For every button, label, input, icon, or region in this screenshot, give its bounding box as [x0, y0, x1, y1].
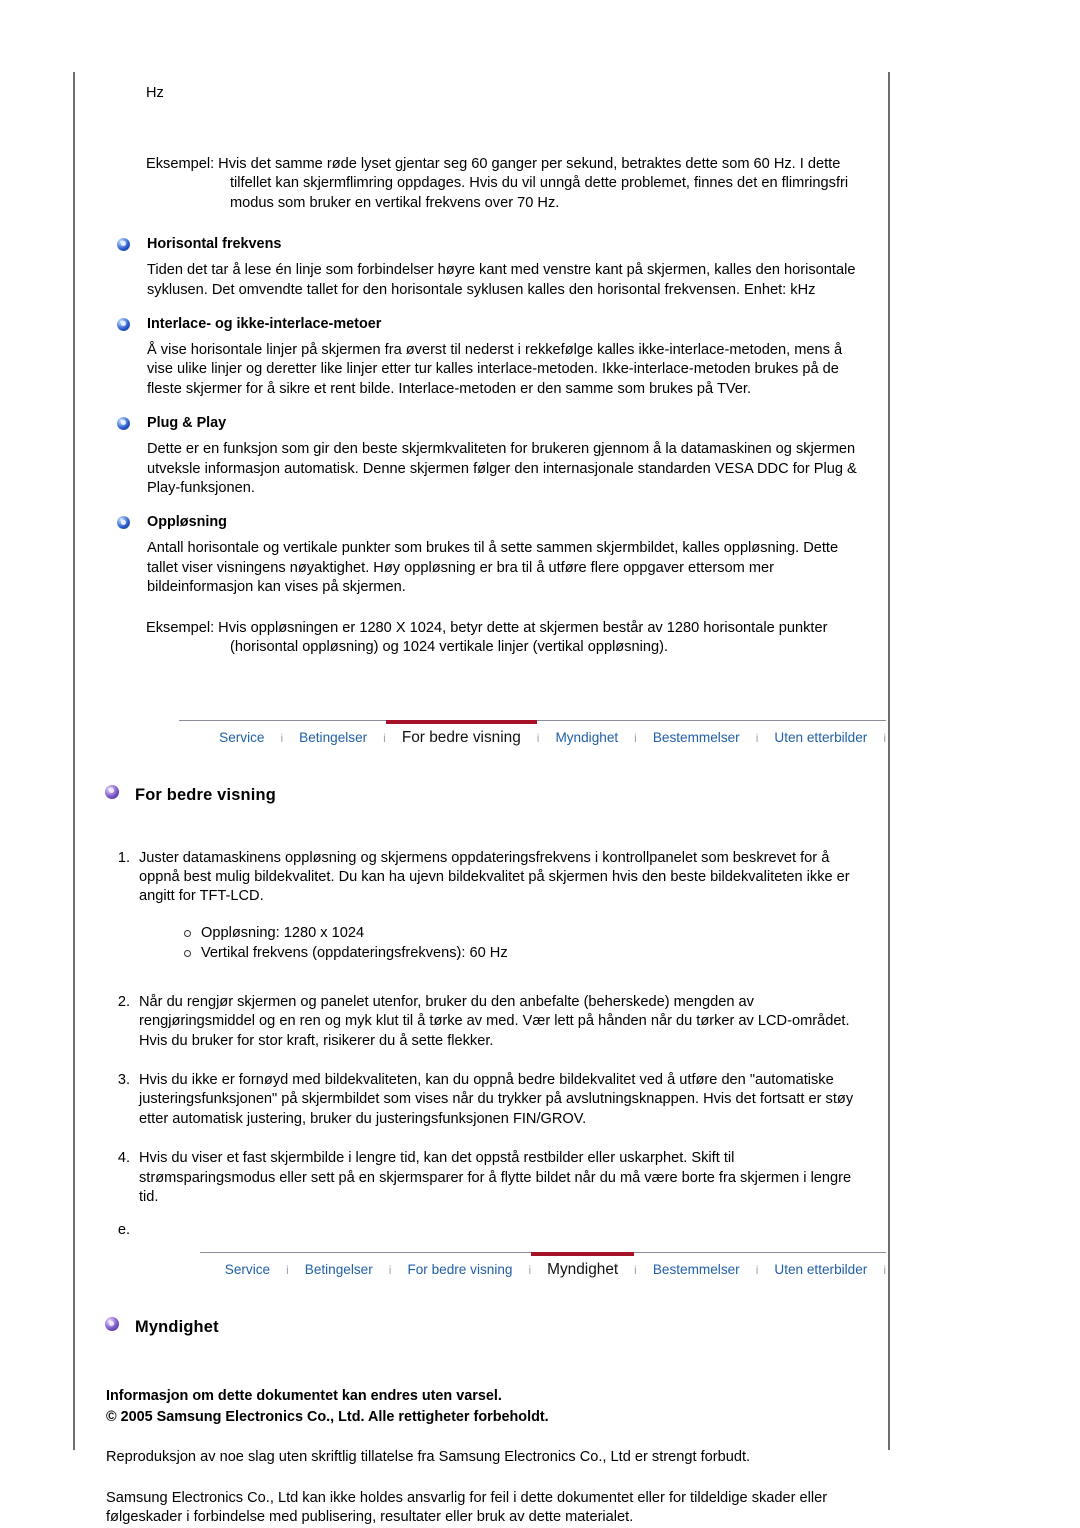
step-sub-text: Oppløsning: 1280 x 1024 [201, 924, 365, 941]
step-text: Hvis du ikke er fornøyd med bildekvalite… [139, 1071, 854, 1127]
tab-bestemmelser[interactable]: Bestemmelser [637, 1252, 756, 1278]
tab-uten-etterbilder[interactable]: Uten etterbilder [758, 720, 883, 746]
tab-myndighet[interactable]: Myndighet [539, 720, 634, 746]
step-sub-list: Oppløsning: 1280 x 1024 Vertikal frekvens… [139, 923, 866, 963]
term-heading-horisontal-frekvens: Horisontal frekvens [73, 235, 890, 254]
tab-navigation-primary: Service i Betingelser i For bedre visning i My… [73, 719, 890, 754]
term-heading-interlace: Interlace- og ikke-interlace-metoer [73, 315, 890, 334]
blue-sphere-bullet-icon [117, 238, 130, 252]
notice-line-2: © 2005 Samsung Electronics Co., Ltd. All… [106, 1408, 549, 1425]
step-number: 1. [117, 849, 130, 866]
tab-for-bedre-visning[interactable]: For bedre visning [391, 1252, 528, 1278]
term-body-opplosning: Antall horisontale og vertikale punkter … [147, 540, 839, 596]
page-title: For bedre visning [135, 785, 276, 804]
term-title: Interlace- og ikke-interlace-metoer [147, 316, 382, 333]
unit-line: Hz [146, 85, 164, 101]
term-body-horisontal-frekvens: Tiden det tar å lese én linje som forbin… [147, 262, 856, 298]
hollow-circle-bullet-icon [184, 929, 191, 937]
purple-sphere-bullet-icon [105, 784, 119, 799]
term-body-plug-and-play: Dette er en funksjon som gir den beste s… [147, 441, 857, 497]
step-sub-text: Vertikal frekvens (oppdateringsfrekvens)… [201, 944, 508, 961]
tab-list-secondary: Service i Betingelser i For bedre visning i My… [73, 1252, 890, 1279]
step-sub-item: Vertikal frekvens (oppdateringsfrekvens)… [183, 943, 866, 963]
term-title: Horisontal frekvens [147, 236, 282, 253]
step-item: 1. Juster datamaskinens oppløsning og skj… [106, 849, 890, 963]
term-title: Plug & Play [147, 415, 227, 432]
tab-navigation-secondary: Service i Betingelser i For bedre visning i My… [73, 1252, 890, 1286]
term-title: Oppløsning [147, 514, 227, 531]
trailing-marker-label: e. [117, 1222, 130, 1239]
tab-service[interactable]: Service [209, 1252, 286, 1278]
step-number: 3. [117, 1071, 130, 1088]
blue-sphere-bullet-icon [117, 318, 130, 332]
term-heading-plug-and-play: Plug & Play [73, 414, 890, 433]
tab-uten-etterbilder[interactable]: Uten etterbilder [758, 1252, 883, 1278]
blue-sphere-bullet-icon [117, 417, 130, 431]
section-title: Myndighet [135, 1318, 219, 1337]
purple-sphere-bullet-icon [105, 1317, 119, 1332]
step-number: 4. [117, 1150, 130, 1167]
tab-list-primary: Service i Betingelser i For bedre visning i My… [73, 719, 890, 747]
step-item: 3. Hvis du ikke er fornøyd med bildekvali… [106, 1071, 890, 1129]
tab-betingelser[interactable]: Betingelser [283, 720, 383, 746]
section-heading-for-bedre-visning: For bedre visning [73, 784, 890, 805]
tab-service[interactable]: Service [203, 720, 280, 746]
better-view-step-list: 1. Juster datamaskinens oppløsning og skj… [106, 849, 890, 1208]
authority-paragraph-2: Samsung Electronics Co., Ltd kan ikke ho… [106, 1489, 828, 1526]
tab-separator: i [883, 730, 886, 745]
step-item: 4. Hvis du viser et fast skjermbilde i le… [106, 1149, 890, 1207]
blue-sphere-bullet-icon [117, 516, 130, 530]
example-vertical-frequency: Eksempel: Hvis det samme røde lyset gjen… [146, 156, 849, 211]
step-text: Hvis du viser et fast skjermbilde i leng… [139, 1150, 852, 1205]
example-resolution: Eksempel: Hvis oppløsningen er 1280 X 10… [146, 619, 828, 656]
tab-bestemmelser[interactable]: Bestemmelser [637, 720, 756, 746]
notice-line-1: Informasjon om dette dokumentet kan endr… [106, 1388, 502, 1405]
tab-betingelser[interactable]: Betingelser [289, 1252, 389, 1278]
tab-myndighet[interactable]: Myndighet [531, 1252, 635, 1279]
step-sub-item: Oppløsning: 1280 x 1024 [183, 923, 866, 943]
authority-copy-block: Informasjon om dette dokumentet kan endr… [73, 1386, 890, 1527]
authority-paragraph-1: Reproduksjon av noe slag uten skriftlig … [106, 1449, 751, 1466]
step-number: 2. [117, 993, 130, 1010]
step-text: Juster datamaskinens oppløsning og skjer… [139, 849, 850, 905]
hollow-circle-bullet-icon [184, 949, 191, 957]
tab-for-bedre-visning[interactable]: For bedre visning [385, 719, 537, 747]
step-text: Når du rengjør skjermen og panelet utenf… [139, 993, 850, 1049]
tab-separator: i [883, 1263, 886, 1278]
step-item: 2. Når du rengjør skjermen og panelet ute… [106, 993, 890, 1051]
section-heading-myndighet: Myndighet [73, 1317, 890, 1337]
document-content: Hz Eksempel: Hvis det samme røde lyset g… [73, 72, 890, 1528]
term-heading-opplosning: Oppløsning [73, 513, 890, 532]
term-body-interlace: Å vise horisontale linjer på skjermen fr… [147, 342, 843, 397]
